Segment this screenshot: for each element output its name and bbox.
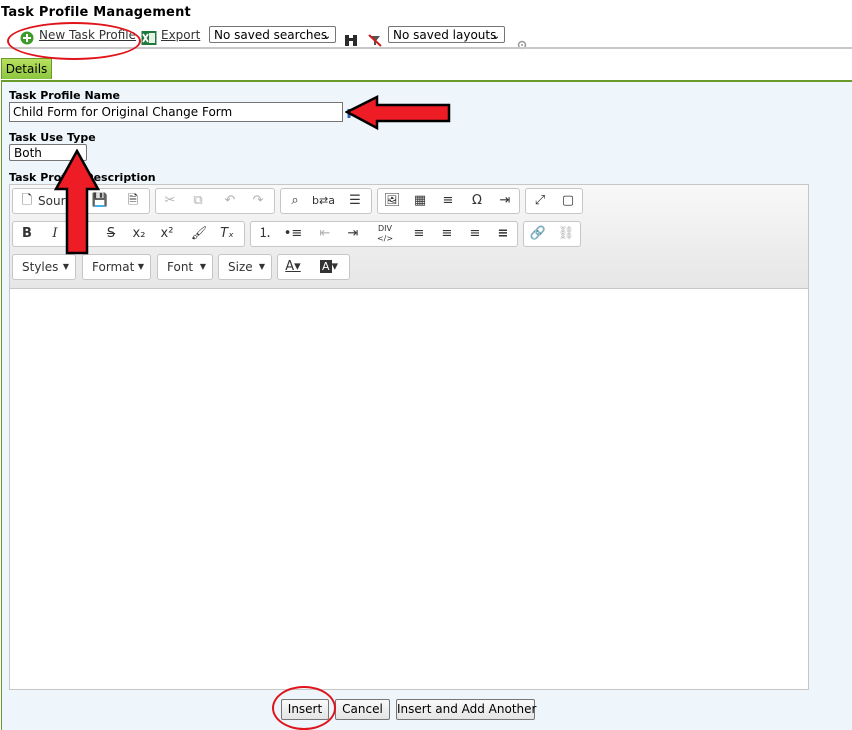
create-div-icon[interactable]: DIV </> — [374, 224, 396, 244]
editor-group-clipboard: ✂ ⧉ ↶ ↷ — [155, 188, 275, 214]
annotation-arrow-up-icon — [53, 148, 101, 256]
align-right-icon[interactable]: ≡ — [464, 224, 486, 244]
bold-icon[interactable]: B — [16, 224, 38, 244]
chevron-down-icon: ⌄ — [322, 31, 331, 42]
layout-settings-icon[interactable] — [517, 35, 527, 50]
find-icon[interactable]: ⌕ — [284, 191, 306, 211]
page-break-icon[interactable]: ⇥ — [494, 191, 516, 211]
remove-format-icon[interactable]: Tₓ — [216, 224, 238, 244]
cut-icon[interactable]: ✂ — [159, 191, 181, 211]
increase-indent-icon[interactable]: ⇥ — [342, 224, 364, 244]
page-title: Task Profile Management — [1, 5, 191, 20]
saved-layouts-value: No saved layouts — [393, 28, 497, 42]
unlink-icon[interactable]: ⛓ — [555, 224, 577, 244]
replace-icon[interactable]: b⇄a — [312, 191, 335, 211]
editor-group-basic-styles: B I U S x₂ x² 🖌 Tₓ — [12, 221, 245, 247]
saved-searches-select[interactable]: No saved searches ⌄ — [209, 26, 336, 43]
horizontal-line-icon[interactable]: ≡ — [437, 191, 459, 211]
task-use-type-label: Task Use Type — [9, 131, 96, 144]
decrease-indent-icon[interactable]: ⇤ — [314, 224, 336, 244]
editor-group-colors: A▾ A ▾ — [277, 254, 350, 280]
select-all-icon[interactable]: ☰ — [344, 191, 366, 211]
annotation-arrow-left-icon — [344, 94, 453, 131]
editor-group-view: ⤢ ▢ — [525, 188, 583, 214]
font-dropdown[interactable]: Font ▼ — [157, 254, 213, 280]
caret-down-icon: ▼ — [258, 262, 265, 271]
size-dropdown-label: Size — [228, 260, 253, 274]
table-icon[interactable]: ▦ — [409, 191, 431, 211]
justify-icon[interactable]: ≡ — [492, 224, 514, 244]
superscript-icon[interactable]: x² — [156, 224, 178, 244]
format-dropdown[interactable]: Format ▼ — [82, 254, 151, 280]
redo-icon[interactable]: ↷ — [247, 191, 269, 211]
task-profile-name-label: Task Profile Name — [9, 89, 121, 102]
export-link[interactable]: Export — [161, 28, 200, 42]
caret-down-icon: ▼ — [137, 262, 144, 271]
subscript-icon[interactable]: x₂ — [128, 224, 150, 244]
numbered-list-icon[interactable]: ⒈ — [254, 224, 276, 244]
cancel-button[interactable]: Cancel — [335, 699, 390, 720]
caret-down-icon: ▼ — [62, 262, 69, 271]
task-use-type-value: Both — [14, 146, 42, 160]
saved-layouts-select[interactable]: No saved layouts ⌄ — [388, 26, 505, 43]
format-dropdown-label: Format — [92, 260, 135, 274]
annotation-circle-new-profile — [7, 22, 141, 60]
editor-group-links: 🔗 ⛓ — [523, 221, 581, 247]
image-icon[interactable]: 🖼 — [381, 191, 403, 211]
new-page-icon[interactable]: 🗎 — [122, 191, 144, 211]
annotation-circle-insert — [272, 686, 336, 730]
source-icon: 🗋 — [21, 193, 33, 208]
clear-filter-icon[interactable] — [368, 32, 382, 47]
styles-dropdown-label: Styles — [22, 260, 59, 274]
insert-and-add-another-button[interactable]: Insert and Add Another — [396, 699, 536, 720]
align-center-icon[interactable]: ≡ — [436, 224, 458, 244]
styles-dropdown[interactable]: Styles ▼ — [12, 254, 76, 280]
editor-group-insert: 🖼 ▦ ≡ Ω ⇥ — [377, 188, 520, 214]
saved-searches-value: No saved searches — [214, 28, 328, 42]
strikethrough-icon[interactable]: S — [100, 224, 122, 244]
bulleted-list-icon[interactable]: •≡ — [282, 224, 304, 244]
tab-details[interactable]: Details — [1, 58, 52, 79]
task-profile-name-input[interactable]: Child Form for Original Change Form — [9, 102, 343, 122]
link-icon[interactable]: 🔗 — [527, 224, 549, 244]
excel-icon — [141, 30, 157, 46]
show-blocks-icon[interactable]: ▢ — [557, 191, 579, 211]
text-color-icon[interactable]: A▾ — [282, 257, 304, 277]
background-color-icon[interactable]: A ▾ — [318, 257, 340, 277]
size-dropdown[interactable]: Size ▼ — [218, 254, 272, 280]
undo-icon[interactable]: ↶ — [219, 191, 241, 211]
copy-icon[interactable]: ⧉ — [187, 191, 209, 211]
special-character-icon[interactable]: Ω — [466, 191, 488, 211]
maximize-icon[interactable]: ⤢ — [529, 191, 551, 211]
editor-group-find: ⌕ b⇄a ☰ — [280, 188, 372, 214]
font-dropdown-label: Font — [167, 260, 194, 274]
align-left-icon[interactable]: ≡ — [408, 224, 430, 244]
editor-group-paragraph: ⒈ •≡ ⇤ ⇥ DIV </> ≡ ≡ ≡ ≡ — [250, 221, 518, 247]
binoculars-icon[interactable] — [344, 32, 358, 46]
chevron-down-icon: ⌄ — [491, 31, 500, 42]
caret-down-icon: ▼ — [199, 262, 206, 271]
copy-formatting-icon[interactable]: 🖌 — [188, 224, 210, 244]
